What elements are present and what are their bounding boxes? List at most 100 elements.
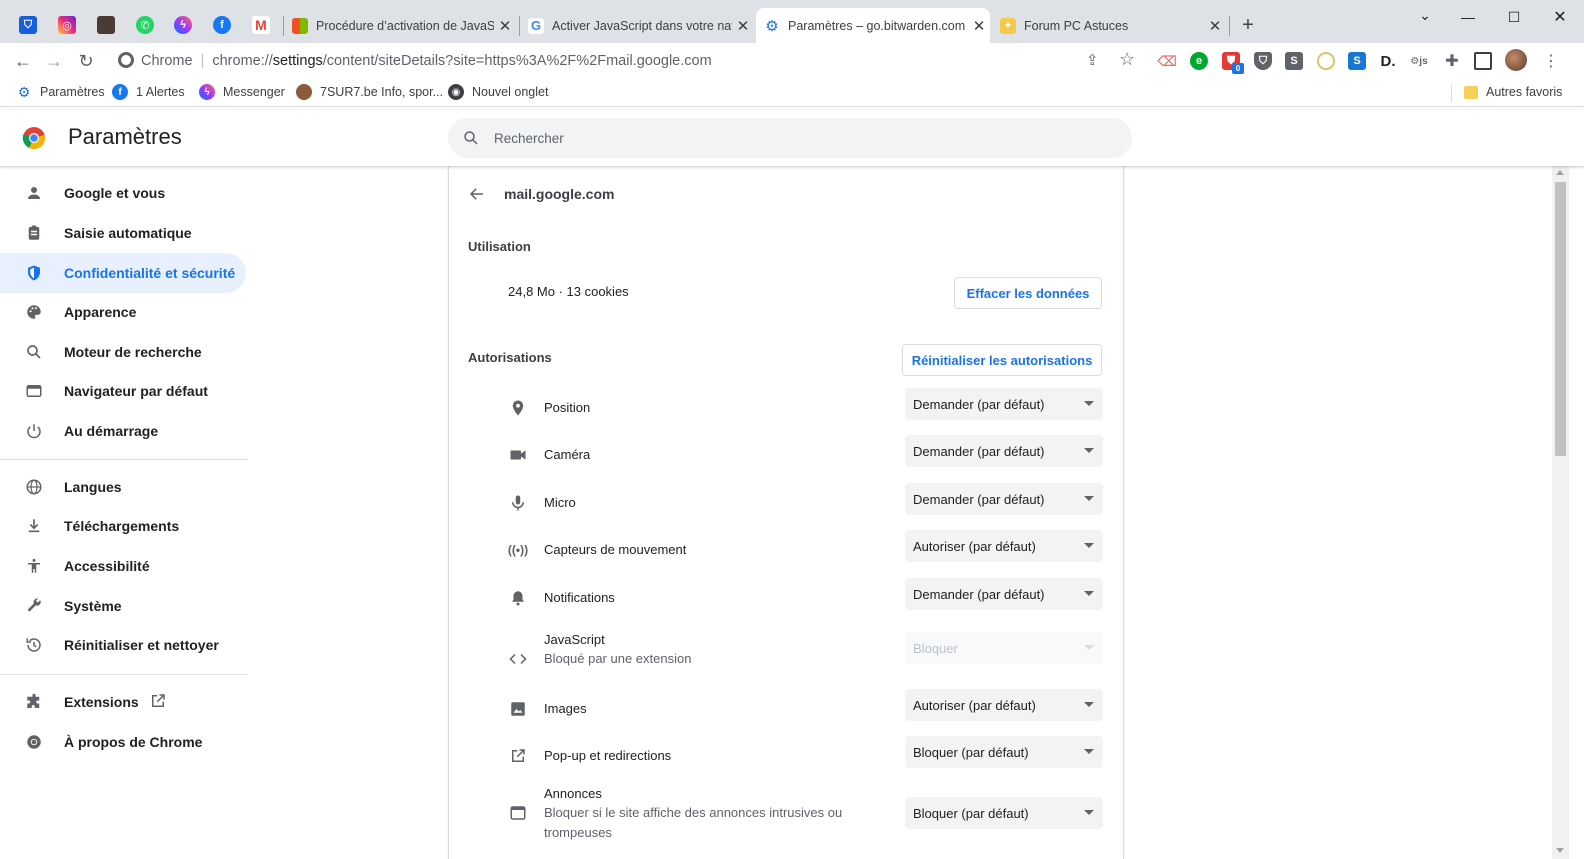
permission-select[interactable]: Bloquer (par défaut): [905, 736, 1103, 768]
sidebar-item-extensions[interactable]: Extensions: [0, 682, 246, 722]
address-bar[interactable]: Chrome | chrome://settings/content/siteD…: [108, 45, 1148, 76]
permission-select[interactable]: Autoriser (par défaut): [905, 689, 1103, 721]
skype-extension-icon[interactable]: S: [1348, 52, 1366, 70]
permission-row-images: Images Autoriser (par défaut): [449, 689, 1125, 729]
reset-permissions-button[interactable]: Réinitialiser les autorisations: [902, 344, 1102, 376]
permission-select[interactable]: Demander (par défaut): [905, 388, 1103, 420]
select-value: Demander (par défaut): [913, 586, 1045, 602]
share-icon[interactable]: ⇪: [1086, 51, 1099, 69]
sidebar-item-saisie-automatique[interactable]: Saisie automatique: [0, 213, 246, 253]
google-icon: G: [528, 17, 544, 34]
sidebar-item-au-demarrage[interactable]: Au démarrage: [0, 411, 246, 451]
minimize-icon[interactable]: —: [1445, 6, 1491, 28]
close-icon[interactable]: ✕: [968, 17, 990, 35]
sidebar-item-confidentialite[interactable]: Confidentialité et sécurité: [0, 253, 246, 293]
scrollbar-thumb[interactable]: [1555, 182, 1566, 456]
sidebar-item-a-propos[interactable]: À propos de Chrome: [0, 722, 246, 762]
person-icon: [24, 183, 44, 203]
circle-extension-icon[interactable]: [1317, 52, 1335, 70]
bookmark-label: Messenger: [223, 85, 285, 99]
permission-select[interactable]: Demander (par défaut): [905, 483, 1103, 515]
reload-icon[interactable]: ↻: [73, 48, 99, 74]
permission-label: Images: [544, 701, 587, 716]
permission-select[interactable]: Demander (par défaut): [905, 435, 1103, 467]
chrome-icon: [118, 52, 134, 68]
pinned-tab-messenger[interactable]: ϟ: [166, 8, 200, 42]
permission-select[interactable]: Demander (par défaut): [905, 578, 1103, 610]
clear-data-button[interactable]: Effacer les données: [954, 277, 1102, 309]
evernote-extension-icon[interactable]: e: [1190, 52, 1208, 70]
sidebar-item-langues[interactable]: Langues: [0, 467, 246, 507]
permission-select[interactable]: Autoriser (par défaut): [905, 530, 1103, 562]
pinned-tab-facebook[interactable]: f: [205, 8, 239, 42]
sidebar-item-label: Moteur de recherche: [64, 344, 202, 360]
bookmark-item[interactable]: ϟ Messenger: [199, 83, 285, 101]
d-extension-icon[interactable]: D.: [1379, 52, 1397, 70]
scroll-up-arrow-icon[interactable]: [1556, 170, 1564, 175]
other-bookmarks[interactable]: Autres favoris: [1464, 83, 1562, 101]
eraser-extension-icon[interactable]: ⌫: [1157, 52, 1177, 70]
bookmark-star-icon[interactable]: ☆: [1119, 49, 1135, 70]
windows-icon: [292, 17, 308, 34]
close-icon[interactable]: ✕: [494, 17, 516, 35]
scroll-down-arrow-icon[interactable]: [1556, 848, 1564, 853]
bookmark-item[interactable]: ⚙ Paramètres: [16, 83, 105, 101]
js-extension-icon[interactable]: ⚙js: [1410, 52, 1428, 70]
bookmark-item[interactable]: 7SUR7.be Info, spor...: [296, 83, 443, 101]
permission-row-notifications: Notifications Demander (par défaut): [449, 578, 1125, 618]
pinned-tab-gmail[interactable]: M: [244, 8, 278, 42]
menu-kebab-icon[interactable]: ⋮: [1543, 51, 1559, 71]
close-icon[interactable]: ✕: [732, 17, 754, 35]
search-input[interactable]: Rechercher: [448, 118, 1132, 158]
maximize-icon[interactable]: ☐: [1491, 6, 1537, 28]
sidebar-item-moteur-de-recherche[interactable]: Moteur de recherche: [0, 332, 246, 372]
tab-item-active[interactable]: ⚙ Paramètres – go.bitwarden.com ✕: [756, 8, 990, 43]
tab-item[interactable]: G Activer JavaScript dans votre nav ✕: [520, 8, 754, 43]
sidebar-item-accessibilite[interactable]: Accessibilité: [0, 546, 246, 586]
avatar[interactable]: [1505, 49, 1527, 71]
chrome-icon: ◉: [448, 84, 464, 100]
pinned-tab-instagram[interactable]: ◎: [50, 8, 84, 42]
bitwarden-icon: ⛉: [19, 16, 37, 34]
code-icon: [507, 648, 529, 670]
window-close-icon[interactable]: ✕: [1537, 6, 1583, 28]
permission-row-sensors: ((•)) Capteurs de mouvement Autoriser (p…: [449, 530, 1125, 570]
s-extension-icon[interactable]: S: [1285, 52, 1303, 70]
sidebar-item-navigateur-par-defaut[interactable]: Navigateur par défaut: [0, 371, 246, 411]
bookmarks-bar: ⚙ Paramètres f 1 Alertes ϟ Messenger 7SU…: [0, 78, 1584, 107]
pinned-tab-whatsapp[interactable]: ✆: [128, 8, 162, 42]
permission-row-camera: Caméra Demander (par défaut): [449, 435, 1125, 475]
dropdown-caret-icon: [1084, 810, 1094, 815]
forward-icon[interactable]: →: [41, 48, 67, 74]
sidebar-item-telechargements[interactable]: Téléchargements: [0, 506, 246, 546]
bookmark-item[interactable]: f 1 Alertes: [112, 83, 185, 101]
back-icon[interactable]: ←: [10, 48, 36, 74]
permission-select[interactable]: Bloquer (par défaut): [905, 797, 1103, 829]
forum-icon: ✦: [1000, 17, 1016, 34]
close-icon[interactable]: ✕: [1204, 17, 1226, 35]
new-tab-button[interactable]: +: [1237, 14, 1259, 36]
back-arrow-icon[interactable]: [468, 185, 486, 208]
sidebar-item-label: Au démarrage: [64, 423, 159, 439]
sidebar-item-systeme[interactable]: Système: [0, 586, 246, 626]
side-panel-icon[interactable]: [1474, 52, 1492, 70]
puzzle-icon[interactable]: ✚: [1443, 52, 1461, 70]
pinned-tab-bitwarden[interactable]: ⛉: [11, 8, 45, 42]
instagram-icon: ◎: [58, 16, 76, 34]
cookie-icon: [296, 84, 312, 100]
sidebar-item-reinitialiser[interactable]: Réinitialiser et nettoyer: [0, 625, 246, 665]
pinned-tab-app[interactable]: [89, 8, 123, 42]
bookmark-label: Paramètres: [40, 85, 105, 99]
scrollbar[interactable]: [1552, 166, 1569, 859]
browser-icon: [24, 381, 44, 401]
shield-extension-icon[interactable]: ⛉: [1254, 52, 1272, 70]
tab-item[interactable]: Procédure d’activation de JavaSc ✕: [284, 8, 516, 43]
sidebar-item-apparence[interactable]: Apparence: [0, 292, 246, 332]
facebook-icon: f: [213, 16, 231, 34]
permission-label: Position: [544, 400, 591, 415]
tab-item[interactable]: ✦ Forum PC Astuces ✕: [992, 8, 1226, 43]
tab-search-icon[interactable]: ⌄: [1402, 4, 1448, 26]
chrome-label: Chrome: [141, 52, 193, 69]
sidebar-item-google-et-vous[interactable]: Google et vous: [0, 173, 246, 213]
bookmark-item[interactable]: ◉ Nouvel onglet: [448, 83, 548, 101]
